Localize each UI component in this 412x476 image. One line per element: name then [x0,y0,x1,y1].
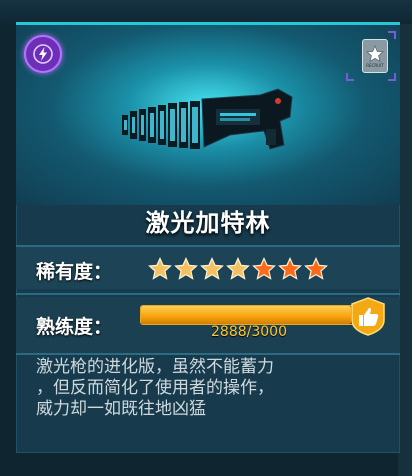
description-line-1: 激光枪的进化版，虽然不能蓄力 [36,357,274,377]
weapon-description: 激光枪的进化版，虽然不能蓄力 ，但反而简化了使用者的操作， 威力却一如既往地凶猛 [36,357,386,420]
rarity-star-icon [148,257,172,280]
corner-bracket-bottom-left [346,73,354,81]
rank-caption: RECRUIT [366,62,384,68]
weapon-name: 激光加特林 [145,209,271,237]
description-line-3: 威力却一如既往地凶猛 [36,399,206,419]
corner-bracket-bottom-right [388,73,396,81]
mastery-progress-fill [141,306,351,324]
thumbs-up-icon [348,296,388,336]
top-background [0,0,412,24]
rarity-star-icon [304,257,328,280]
rarity-star-icon [200,257,224,280]
divider-bottom [16,353,400,355]
mastery-label: 熟练度： [36,316,113,338]
divider-middle [16,293,400,295]
description-line-2: ，但反而简化了使用者的操作， [36,378,274,398]
star-rank-emblem: RECRUIT [362,39,388,73]
lightning-icon [24,35,62,73]
mastery-progress-bar [140,305,360,325]
right-edge-panel [398,24,412,476]
rarity-stars [148,257,328,281]
weapon-card: RECRUIT 激光加特林 稀有度： 熟练度： 2888/3000 激光枪的进化… [16,22,400,453]
rarity-star-icon [278,257,302,280]
rarity-star-icon [252,257,276,280]
mastery-progress-text: 2888/3000 [211,324,287,340]
rarity-star-icon [174,257,198,280]
weapon-hero-area: RECRUIT [16,25,400,205]
corner-bracket-top-right [388,31,396,39]
rarity-label: 稀有度： [36,261,113,283]
rarity-star-icon [226,257,250,280]
laser-gatling-gun-image [120,87,298,157]
